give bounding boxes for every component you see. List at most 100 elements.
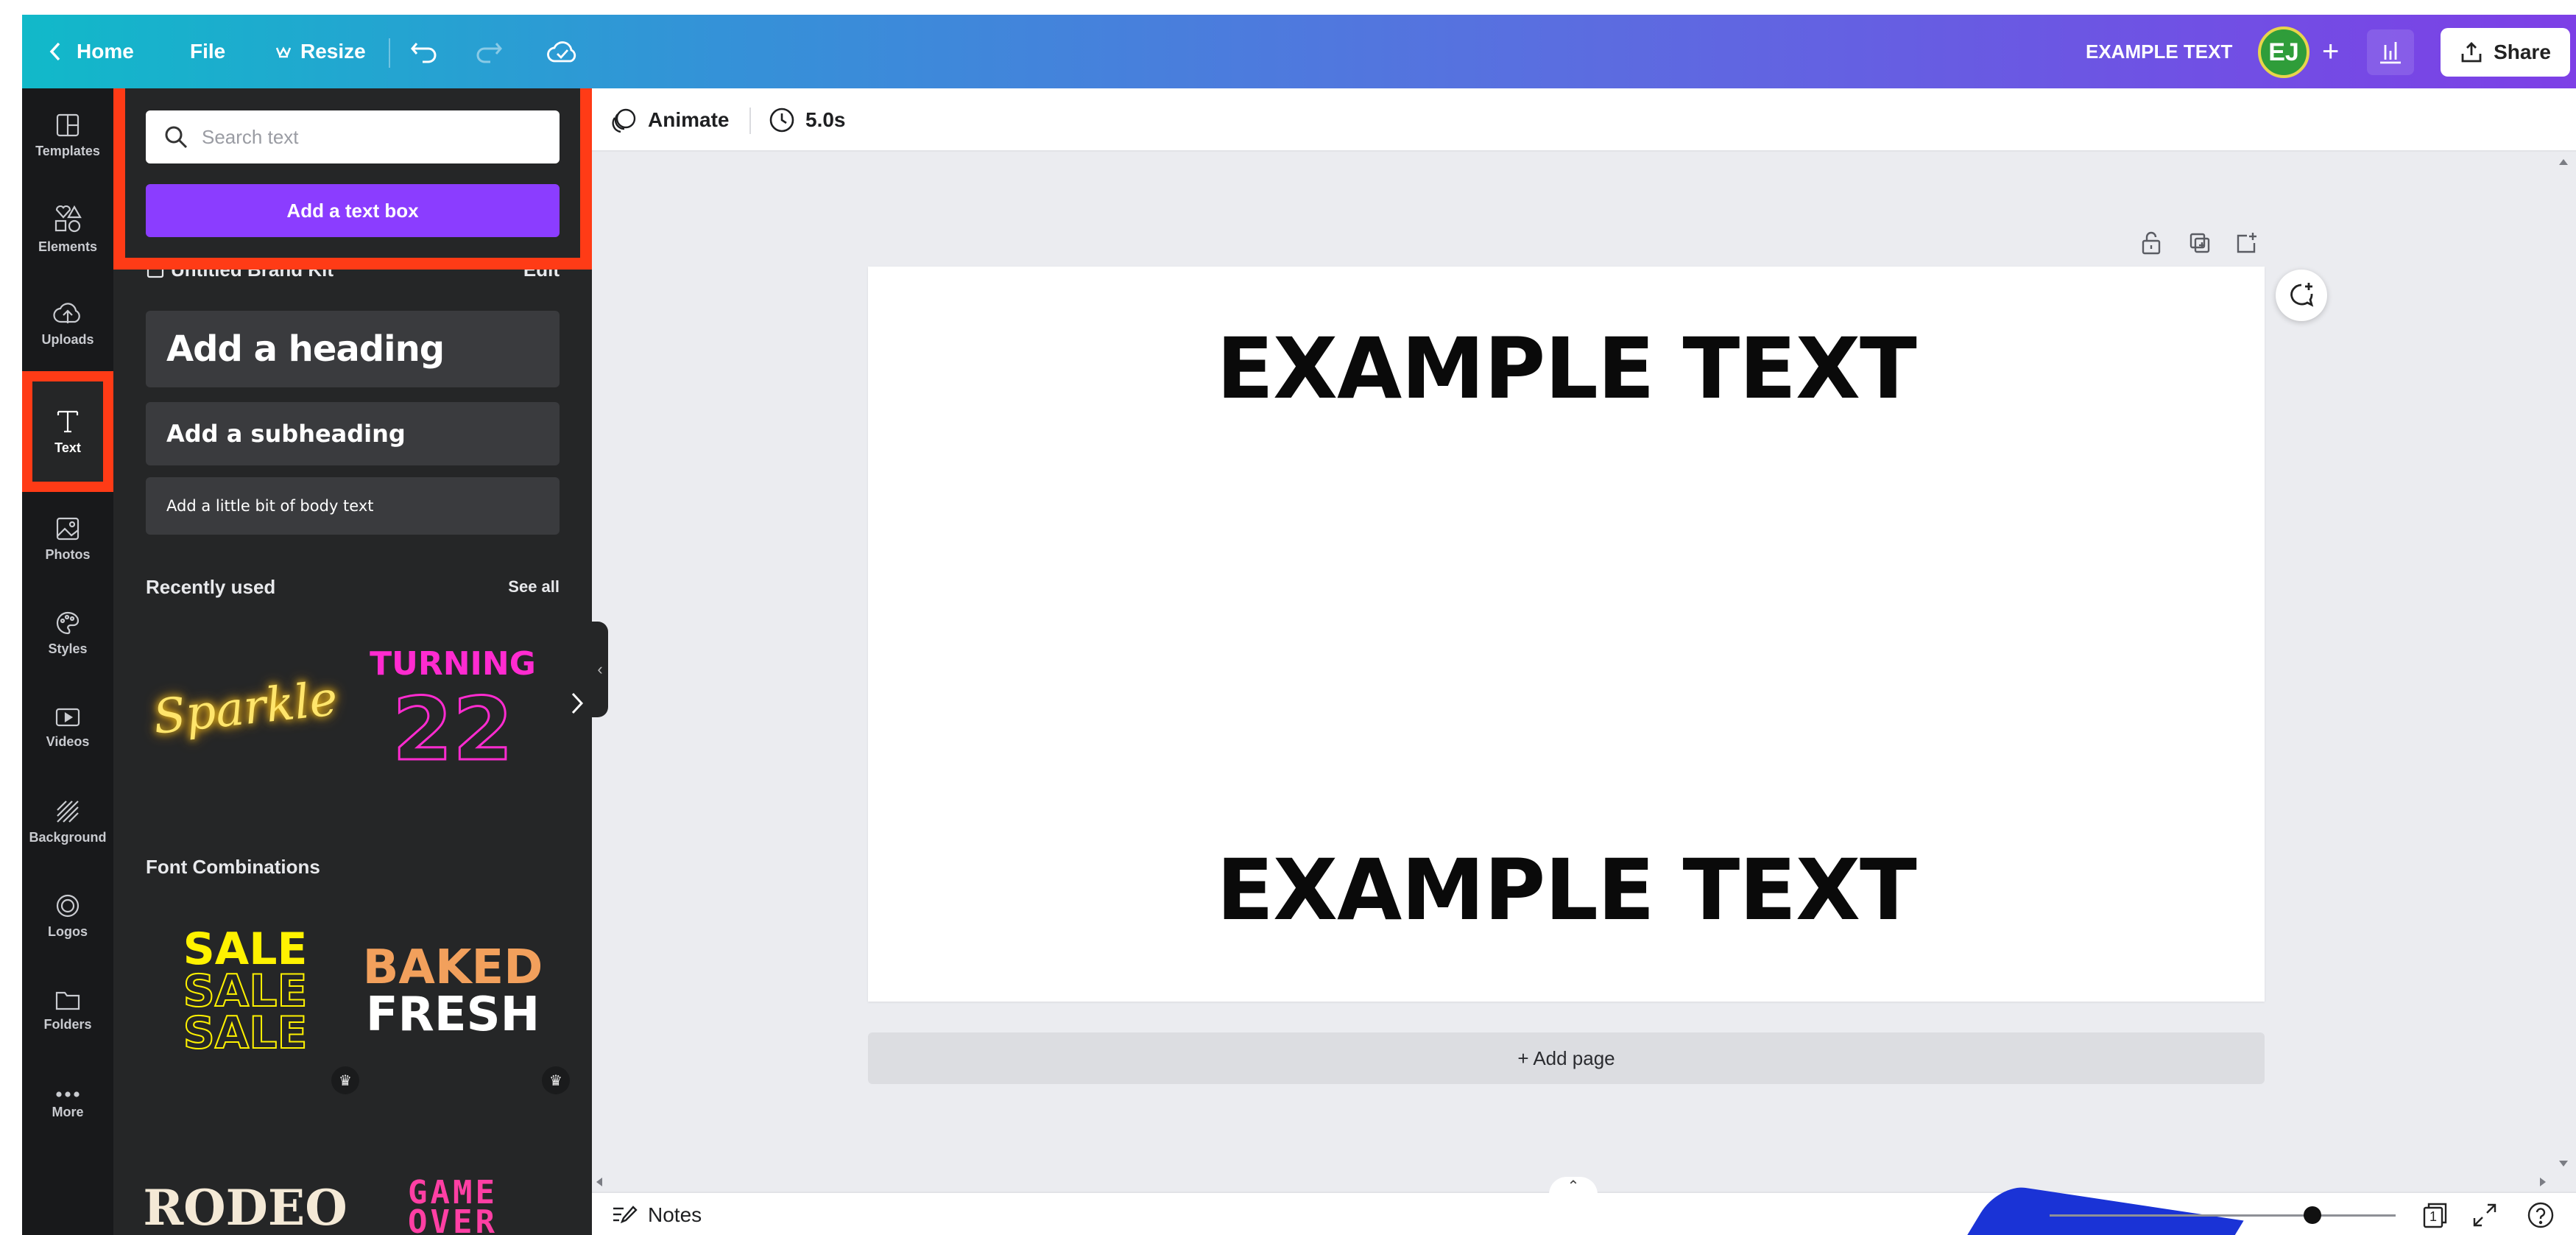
toolbar-divider	[389, 38, 390, 68]
zoom-slider-handle[interactable]	[2304, 1206, 2321, 1224]
upload-icon	[2461, 42, 2482, 63]
add-heading-button[interactable]: Add a heading	[146, 311, 560, 387]
share-label: Share	[2494, 41, 2551, 63]
background-icon	[57, 800, 79, 823]
sidebar-item-more[interactable]: More	[22, 1058, 113, 1152]
file-menu-button[interactable]: File	[190, 15, 225, 88]
recent-sparkle-thumb[interactable]: Sparkle	[146, 627, 345, 789]
brand-kit-edit-link[interactable]: Edit	[523, 258, 560, 281]
vertical-scrollbar[interactable]	[2551, 155, 2576, 1171]
design-title-label: EXAMPLE TEXT	[2086, 40, 2233, 63]
save-status-button[interactable]	[546, 15, 579, 88]
chevron-left-icon	[49, 42, 60, 61]
expand-icon	[2473, 1203, 2496, 1227]
sidebar-item-folders[interactable]: Folders	[22, 963, 113, 1058]
scroll-left-icon	[596, 1178, 602, 1186]
styles-icon	[56, 611, 80, 634]
brand-kit-title[interactable]: Untitled Brand Kit	[146, 258, 334, 281]
templates-icon	[56, 113, 80, 136]
add-text-box-button[interactable]: Add a text box	[146, 184, 560, 237]
fullscreen-button[interactable]	[2469, 1199, 2501, 1231]
combo-rodeo-thumb[interactable]: RODEO	[143, 1164, 347, 1235]
turning-text: TURNING	[370, 644, 536, 683]
sidebar-item-styles[interactable]: Styles	[22, 586, 113, 680]
brand-kit-icon	[147, 260, 164, 278]
photos-icon	[56, 517, 80, 540]
more-icon	[56, 1091, 80, 1097]
page-count: 1	[2429, 1209, 2438, 1224]
design-page[interactable]: EXAMPLE TEXT EXAMPLE TEXT	[868, 267, 2265, 1002]
resize-label: Resize	[300, 40, 366, 63]
notes-button[interactable]: Notes	[611, 1193, 702, 1235]
add-page-button[interactable]: + Add page	[868, 1032, 2265, 1084]
file-label: File	[190, 40, 226, 63]
text-panel: Add a text box Untitled Brand Kit Edit A…	[113, 88, 592, 1235]
sidebar-item-photos[interactable]: Photos	[22, 492, 113, 586]
baked-text: BAKED	[362, 940, 543, 995]
collapse-panel-button[interactable]: ‹	[592, 622, 608, 717]
notes-label: Notes	[648, 1203, 702, 1226]
plus-icon: +	[2322, 35, 2340, 68]
design-title[interactable]: EXAMPLE TEXT	[2086, 15, 2232, 88]
brand-kit-header: Untitled Brand Kit Edit	[146, 255, 560, 284]
sidebar-item-label: Templates	[35, 143, 100, 158]
help-button[interactable]	[2524, 1199, 2557, 1231]
sidebar-item-background[interactable]: Background	[22, 775, 113, 869]
add-subheading-button[interactable]: Add a subheading	[146, 402, 560, 465]
canvas-toolbar: Animate 5.0s	[592, 88, 2576, 152]
add-body-text-button[interactable]: Add a little bit of body text	[146, 477, 560, 535]
scroll-right-icon	[2540, 1178, 2546, 1186]
add-page-above-button[interactable]	[2232, 228, 2262, 258]
animate-button[interactable]: Animate	[611, 88, 729, 152]
sidebar-item-logos[interactable]: Logos	[22, 869, 113, 963]
undo-icon	[411, 43, 437, 63]
page-heading-top[interactable]: EXAMPLE TEXT	[868, 320, 2265, 418]
avatar[interactable]: EJ	[2258, 27, 2309, 78]
crown-icon	[275, 46, 292, 58]
sidebar-item-elements[interactable]: Elements	[22, 183, 113, 277]
home-label: Home	[77, 40, 134, 63]
combo-game-over-thumb[interactable]: GAME OVER	[353, 1164, 552, 1235]
sidebar-item-text[interactable]: Text	[22, 371, 113, 492]
share-button[interactable]: Share	[2441, 28, 2570, 77]
see-all-link[interactable]: See all	[508, 577, 560, 597]
chevron-left-icon: ‹	[597, 660, 603, 678]
add-collaborator-button[interactable]: +	[2322, 15, 2339, 88]
duplicate-page-button[interactable]	[2185, 228, 2215, 258]
page-heading-bottom[interactable]: EXAMPLE TEXT	[868, 841, 2265, 939]
zoom-slider-track[interactable]	[2050, 1214, 2396, 1217]
comment-add-icon	[2290, 283, 2314, 307]
sidebar-item-templates[interactable]: Templates	[22, 88, 113, 183]
sale-text-2: SALE	[183, 965, 308, 1017]
sidebar-item-videos[interactable]: Videos	[22, 680, 113, 775]
redo-button[interactable]	[474, 15, 504, 88]
resize-button[interactable]: Resize	[275, 15, 366, 88]
animate-label: Animate	[648, 108, 730, 131]
search-input[interactable]	[202, 125, 548, 149]
add-page-icon	[2237, 233, 2256, 253]
combo-sale-thumb[interactable]: SALE SALE SALE	[146, 910, 345, 1072]
search-box[interactable]	[146, 110, 560, 163]
combo-baked-fresh-thumb[interactable]: BAKED FRESH	[353, 910, 552, 1072]
lock-page-button[interactable]	[2136, 228, 2166, 258]
page-count-button[interactable]: 1	[2418, 1199, 2451, 1231]
videos-icon	[55, 708, 80, 726]
sidebar-item-label: Text	[54, 440, 81, 455]
home-button[interactable]: Home	[47, 15, 134, 88]
recent-next-button[interactable]	[562, 685, 592, 722]
annotation-arrow-shape	[1958, 1183, 2244, 1235]
recent-turning-22-thumb[interactable]: TURNING 22	[353, 627, 552, 789]
folders-icon	[55, 991, 80, 1010]
expand-pages-button[interactable]: ⌃	[1549, 1177, 1598, 1194]
duration-button[interactable]: 5.0s	[769, 88, 846, 152]
insights-button[interactable]	[2367, 29, 2414, 75]
undo-button[interactable]	[409, 15, 439, 88]
sidebar-item-uploads[interactable]: Uploads	[22, 277, 113, 371]
sidebar-item-label: Background	[29, 829, 107, 845]
sale-text-1: SALE	[183, 923, 308, 975]
add-comment-button[interactable]	[2276, 270, 2327, 321]
sidebar-item-label: Videos	[46, 733, 90, 749]
add-text-box-label: Add a text box	[286, 199, 419, 222]
bottom-bar: ⌃ Notes 1	[592, 1177, 2576, 1235]
sidebar-item-label: Styles	[48, 641, 88, 656]
